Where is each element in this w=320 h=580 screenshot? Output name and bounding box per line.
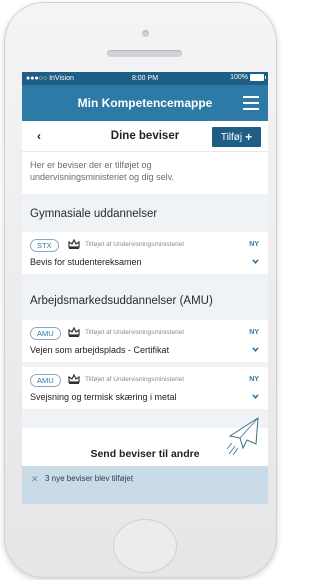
- chevron-down-icon[interactable]: [252, 393, 259, 400]
- added-by-text: Tilføjet af Undervisningsministeriet: [85, 376, 185, 383]
- app-screen: ●●●○○ InVision 8:00 PM 100% Min Kompeten…: [22, 72, 268, 504]
- page-header: ‹ Dine beviser Tilføj +: [22, 121, 268, 151]
- new-badge: NY: [249, 329, 259, 336]
- type-badge: STX: [30, 239, 59, 252]
- battery-status: 100%: [230, 74, 266, 81]
- app-title: Min Kompetencemappe: [77, 96, 213, 110]
- hamburger-icon[interactable]: [243, 96, 259, 110]
- list-item[interactable]: STX Tilføjet af Undervisningsministeriet…: [22, 232, 268, 274]
- camera-dot: [142, 30, 149, 37]
- item-title: Bevis for studentereksamen: [30, 257, 142, 267]
- battery-percent: 100%: [230, 74, 248, 81]
- list-item[interactable]: AMU Tilføjet af Undervisningsministeriet…: [22, 320, 268, 362]
- add-button[interactable]: Tilføj +: [212, 127, 261, 147]
- header-divider: [22, 151, 268, 152]
- added-by-text: Tilføjet af Undervisningsministeriet: [85, 329, 185, 336]
- send-section[interactable]: Send beviser til andre: [22, 417, 268, 460]
- section-title-amu: Arbejdsmarkedsuddannelser (AMU): [30, 295, 213, 307]
- phone-frame: ●●●○○ InVision 8:00 PM 100% Min Kompeten…: [4, 2, 277, 578]
- close-icon[interactable]: ✕: [31, 474, 39, 485]
- type-badge: AMU: [30, 374, 61, 387]
- crown-icon: [68, 326, 80, 337]
- item-title: Vejen som arbejdsplads - Certifikat: [30, 345, 170, 355]
- chevron-down-icon[interactable]: [252, 346, 259, 353]
- new-badge: NY: [249, 376, 259, 383]
- add-button-label: Tilføj: [220, 131, 243, 143]
- list-item[interactable]: AMU Tilføjet af Undervisningsministeriet…: [22, 367, 268, 409]
- toast-message: 3 nye beviser blev tilføjet: [45, 474, 134, 483]
- notification-toast: ✕ 3 nye beviser blev tilføjet: [22, 466, 268, 504]
- crown-icon: [68, 238, 80, 249]
- intro-text: Her er beviser der er tilføjet og underv…: [30, 160, 174, 182]
- earpiece-speaker: [107, 50, 182, 57]
- status-bar: ●●●○○ InVision 8:00 PM 100%: [22, 72, 268, 85]
- added-by-text: Tilføjet af Undervisningsministeriet: [85, 241, 185, 248]
- new-badge: NY: [249, 241, 259, 248]
- item-title: Svejsning og termisk skæring i metal: [30, 392, 177, 402]
- type-badge: AMU: [30, 327, 61, 340]
- app-header: Min Kompetencemappe: [22, 85, 268, 121]
- send-title: Send beviser til andre: [90, 448, 200, 460]
- chevron-down-icon[interactable]: [252, 258, 259, 265]
- battery-icon: [250, 74, 266, 81]
- crown-icon: [68, 373, 80, 384]
- home-button[interactable]: [113, 519, 177, 573]
- section-title-gymnasiale: Gymnasiale uddannelser: [30, 208, 158, 220]
- plus-icon: +: [245, 130, 253, 144]
